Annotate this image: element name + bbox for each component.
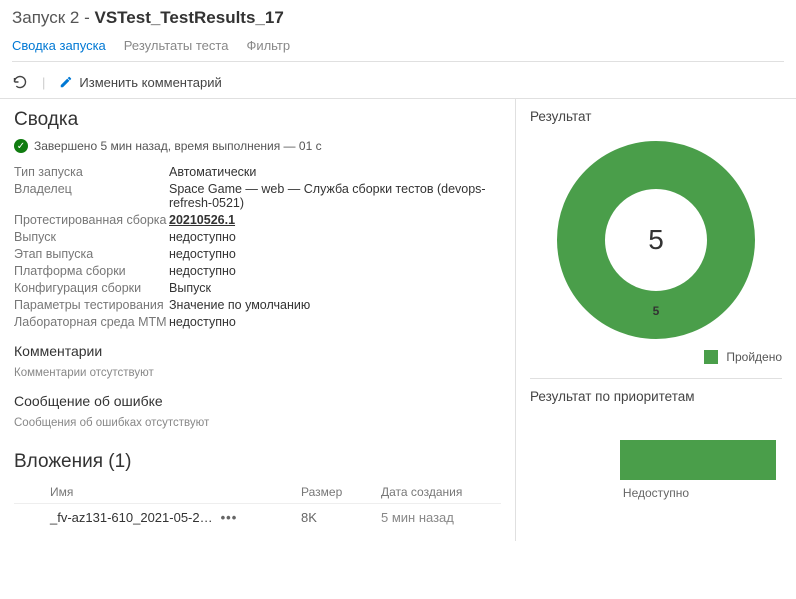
attachment-row[interactable]: _fv-az131-610_2021-05-2… ••• 8K 5 мин на… [14, 504, 501, 531]
attachment-name: _fv-az131-610_2021-05-2… [50, 510, 213, 525]
status-text: Завершено 5 мин назад, время выполнения … [34, 139, 322, 153]
prop-mtm-env-label: Лабораторная среда MTM [14, 315, 169, 329]
prop-run-type-value: Автоматически [169, 165, 256, 179]
page-title: Запуск 2 - VSTest_TestResults_17 [12, 8, 784, 28]
priority-bar [620, 440, 776, 480]
summary-heading: Сводка [14, 109, 501, 131]
prop-release-stage-label: Этап выпуска [14, 247, 169, 261]
prop-release-value: недоступно [169, 230, 236, 244]
summary-properties: Тип запускаАвтоматически ВладелецSpace G… [14, 165, 501, 329]
prop-test-settings-label: Параметры тестирования [14, 298, 169, 312]
status-row: ✓ Завершено 5 мин назад, время выполнени… [14, 139, 501, 153]
prop-mtm-env-value: недоступно [169, 315, 236, 329]
col-size-header[interactable]: Размер [301, 485, 381, 499]
toolbar: | Изменить комментарий [0, 66, 796, 99]
refresh-icon[interactable] [12, 74, 28, 90]
donut-bottom-label: 5 [653, 304, 660, 318]
attachment-size: 8K [301, 510, 381, 525]
legend-swatch-passed [704, 350, 718, 364]
pencil-icon [59, 75, 73, 89]
col-date-header[interactable]: Дата создания [381, 485, 501, 499]
col-name-header[interactable]: Имя [14, 485, 301, 499]
priority-panel-title: Результат по приоритетам [530, 389, 782, 410]
attachments-heading: Вложения (1) [14, 451, 501, 473]
toolbar-separator: | [42, 75, 45, 90]
edit-comment-button[interactable]: Изменить комментарий [59, 75, 221, 90]
tab-filter[interactable]: Фильтр [246, 38, 290, 53]
legend: Пройдено [530, 350, 782, 364]
error-empty: Сообщения об ошибках отсутствуют [14, 417, 501, 429]
attachment-date: 5 мин назад [381, 510, 501, 525]
title-prefix: Запуск 2 - [12, 8, 90, 27]
prop-owner-label: Владелец [14, 182, 169, 210]
edit-comment-label: Изменить комментарий [79, 75, 221, 90]
attachments-header: Имя Размер Дата создания [14, 481, 501, 504]
prop-release-stage-value: недоступно [169, 247, 236, 261]
check-icon: ✓ [14, 139, 28, 153]
prop-build-platform-label: Платформа сборки [14, 264, 169, 278]
prop-build-platform-value: недоступно [169, 264, 236, 278]
more-icon[interactable]: ••• [221, 510, 238, 525]
prop-tested-build-value[interactable]: 20210526.1 [169, 213, 235, 227]
donut-chart: 5 5 [556, 140, 756, 340]
comments-heading: Комментарии [14, 343, 501, 359]
prop-test-settings-value: Значение по умолчанию [169, 298, 310, 312]
prop-build-config-value: Выпуск [169, 281, 211, 295]
tab-summary[interactable]: Сводка запуска [12, 38, 106, 53]
tab-results[interactable]: Результаты теста [124, 38, 229, 53]
prop-owner-value: Space Game — web — Служба сборки тестов … [169, 182, 501, 210]
prop-run-type-label: Тип запуска [14, 165, 169, 179]
priority-x-label: Недоступно [530, 486, 782, 500]
error-heading: Сообщение об ошибке [14, 393, 501, 409]
comments-empty: Комментарии отсутствуют [14, 367, 501, 379]
result-panel-title: Результат [530, 109, 782, 130]
panel-divider [530, 378, 782, 379]
legend-label-passed: Пройдено [726, 350, 782, 364]
donut-center-value: 5 [648, 224, 664, 256]
prop-tested-build-label: Протестированная сборка [14, 213, 169, 227]
priority-bar-chart: Недоступно [530, 420, 782, 500]
prop-build-config-label: Конфигурация сборки [14, 281, 169, 295]
prop-release-label: Выпуск [14, 230, 169, 244]
tabs: Сводка запуска Результаты теста Фильтр [12, 38, 784, 62]
title-main: VSTest_TestResults_17 [94, 8, 283, 27]
